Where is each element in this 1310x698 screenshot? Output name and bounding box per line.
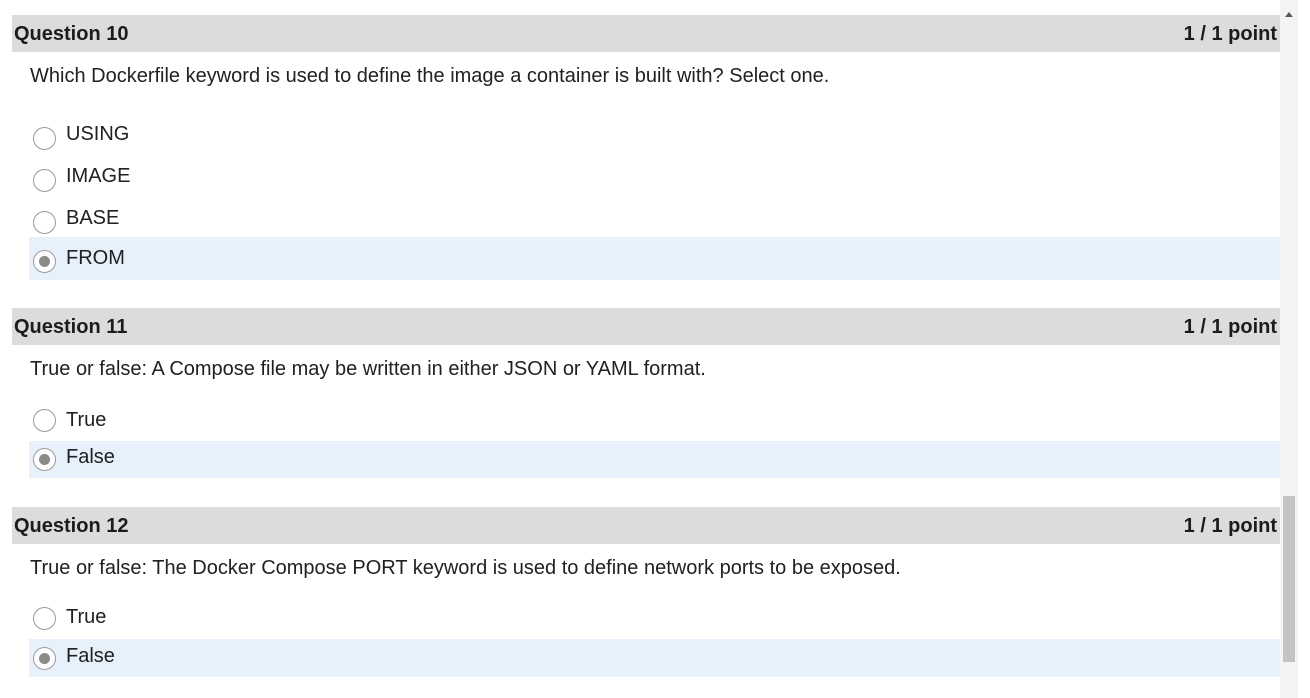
option-label: False: [66, 645, 115, 667]
option-label: True: [66, 606, 107, 628]
option-false[interactable]: False: [29, 441, 1280, 478]
radio-button[interactable]: [33, 169, 56, 192]
radio-button-selected[interactable]: [33, 250, 56, 273]
question-title: Question 10: [14, 23, 129, 45]
radio-dot-icon: [39, 454, 50, 465]
option-label: IMAGE: [66, 165, 131, 187]
quiz-results-page: Question 10 1 / 1 point Which Dockerfile…: [0, 0, 1310, 698]
radio-button[interactable]: [33, 127, 56, 150]
option-label: USING: [66, 123, 130, 145]
question-header: Question 10 1 / 1 point: [12, 15, 1280, 52]
vertical-scrollbar[interactable]: [1280, 0, 1298, 698]
radio-button[interactable]: [33, 607, 56, 630]
option-label: False: [66, 446, 115, 468]
option-label: BASE: [66, 207, 120, 229]
question-score: 1 / 1 point: [1183, 23, 1277, 45]
radio-dot-icon: [39, 653, 50, 664]
option-label: True: [66, 409, 107, 431]
option-false[interactable]: False: [29, 639, 1280, 677]
question-header: Question 11 1 / 1 point: [12, 308, 1280, 345]
question-title: Question 12: [14, 515, 129, 537]
chevron-up-icon[interactable]: [1285, 12, 1293, 17]
question-title: Question 11: [14, 316, 128, 338]
radio-button[interactable]: [33, 409, 56, 432]
scrollbar-thumb[interactable]: [1283, 496, 1295, 662]
option-image[interactable]: IMAGE: [29, 159, 1280, 197]
question-text: True or false: A Compose file may be wri…: [30, 358, 706, 380]
option-true[interactable]: True: [29, 602, 1280, 638]
question-score: 1 / 1 point: [1183, 316, 1277, 338]
radio-button-selected[interactable]: [33, 448, 56, 471]
question-score: 1 / 1 point: [1183, 515, 1277, 537]
radio-button[interactable]: [33, 211, 56, 234]
option-true[interactable]: True: [29, 404, 1280, 440]
question-text: Which Dockerfile keyword is used to defi…: [30, 65, 830, 87]
question-text: True or false: The Docker Compose PORT k…: [30, 557, 901, 579]
option-from[interactable]: FROM: [29, 237, 1280, 280]
radio-button-selected[interactable]: [33, 647, 56, 670]
option-label: FROM: [66, 247, 125, 269]
option-base[interactable]: BASE: [29, 201, 1280, 239]
option-using[interactable]: USING: [29, 117, 1280, 155]
radio-dot-icon: [39, 256, 50, 267]
question-header: Question 12 1 / 1 point: [12, 507, 1280, 544]
